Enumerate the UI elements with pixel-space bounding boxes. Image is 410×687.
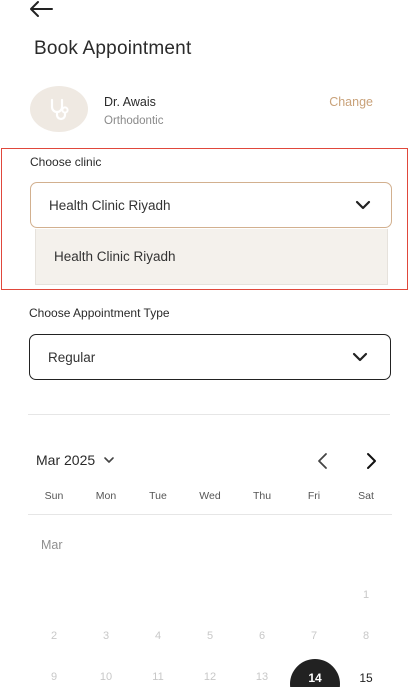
calendar-day[interactable]: 12 [184,671,236,683]
calendar-day[interactable]: 3 [80,630,132,642]
doctor-name: Dr. Awais [104,95,156,109]
weekday-label: Mon [95,490,117,502]
calendar-day[interactable]: 2 [28,630,80,642]
clinic-label: Choose clinic [30,155,102,169]
next-month-button[interactable] [362,452,380,470]
appointment-type-dropdown[interactable]: Regular [29,334,391,380]
chevron-down-icon [355,200,371,210]
month-label: Mar 2025 [36,452,96,468]
clinic-option[interactable]: Health Clinic Riyadh [36,229,387,284]
chevron-right-icon [367,453,376,469]
chevron-down-icon [352,352,368,362]
calendar-day[interactable]: 8 [340,630,392,642]
doctor-avatar [30,86,88,132]
calendar-day[interactable]: 5 [184,630,236,642]
calendar-day[interactable]: 1 [340,589,392,601]
calendar-day[interactable]: 6 [236,630,288,642]
doctor-specialty: Orthodontic [104,115,164,127]
calendar-month-inline: Mar [41,538,63,552]
calendar-day-selected[interactable]: 14 [289,671,341,685]
weekday-label: Wed [199,490,221,502]
stethoscope-icon [50,98,69,121]
calendar-day[interactable]: 4 [132,630,184,642]
calendar-day[interactable]: 7 [288,630,340,642]
calendar-day[interactable]: 10 [80,671,132,683]
back-button[interactable] [28,0,54,18]
change-doctor-link[interactable]: Change [329,95,373,109]
clinic-selected-value: Health Clinic Riyadh [49,197,171,213]
clinic-section: Choose clinic Health Clinic Riyadh Healt… [1,148,408,290]
weekday-label: Fri [307,490,321,502]
weekday-label: Tue [149,490,167,502]
appointment-type-label: Choose Appointment Type [29,306,170,320]
section-divider [28,414,390,415]
weekday-label: Sun [44,490,64,502]
clinic-dropdown[interactable]: Health Clinic Riyadh [30,182,392,228]
page-title: Book Appointment [34,38,192,59]
calendar-day[interactable]: 9 [28,671,80,683]
calendar-day[interactable]: 13 [236,671,288,683]
chevron-down-icon [104,457,114,463]
calendar-day[interactable]: 11 [132,671,184,683]
month-picker[interactable]: Mar 2025 [36,452,115,468]
clinic-option-list: Health Clinic Riyadh [35,229,388,285]
chevron-left-icon [318,453,327,469]
weekday-label: Thu [252,490,272,502]
weekday-header: Sun Mon Tue Wed Thu Fri Sat [28,490,392,502]
arrow-left-icon [30,1,53,17]
weekday-divider [28,514,392,515]
weekday-label: Sat [358,490,374,502]
calendar-day[interactable]: 15 [340,671,392,685]
previous-month-button[interactable] [314,452,332,470]
appointment-type-value: Regular [48,349,96,365]
